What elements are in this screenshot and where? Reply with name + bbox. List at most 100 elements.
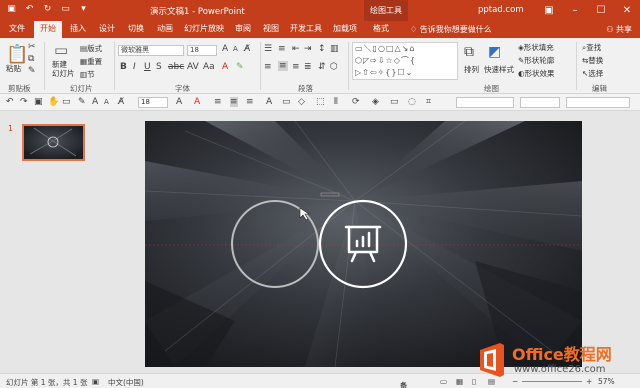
font-size-box[interactable]: 18 [138, 97, 168, 108]
spellcheck-icon[interactable]: ▣ [92, 377, 99, 386]
undo-icon[interactable]: ↶ [24, 4, 35, 15]
select-button[interactable]: ↖选择 [582, 68, 603, 79]
columns-icon[interactable]: ▥ [330, 44, 339, 54]
share-button[interactable]: ⚇ 共享 [606, 24, 632, 35]
shape-fill-button[interactable]: ◈形状填充 [518, 42, 554, 53]
style-box[interactable] [566, 97, 630, 108]
arrange-button[interactable]: 排列 [464, 64, 479, 75]
tab-insert[interactable]: 插入 [66, 21, 90, 38]
tab-design[interactable]: 设计 [95, 21, 119, 38]
replace-button[interactable]: ⇆替换 [582, 55, 603, 66]
find-button[interactable]: ⌕查找 [582, 42, 601, 53]
increase-font-icon[interactable]: A [92, 97, 98, 107]
slide[interactable] [145, 121, 582, 367]
tab-review[interactable]: 审阅 [231, 21, 255, 38]
font-color-icon[interactable]: A [222, 62, 228, 72]
new-slide-icon[interactable]: ▭ [54, 41, 68, 59]
shapes-gallery[interactable]: ▭＼▯○□△↘⌂ ⬡◸⇨⇩☆◇⌒{▷⇧⇦✧{}☐⌄ [352, 42, 458, 80]
start-slideshow-icon[interactable]: ▣ [34, 97, 43, 107]
format-painter-icon[interactable]: ✎ [28, 66, 36, 76]
change-case-icon[interactable]: Aa [203, 62, 215, 72]
cut-icon[interactable]: ✂ [28, 42, 36, 52]
shape-effects-button[interactable]: ◐形状效果 [518, 68, 555, 79]
paste-icon[interactable]: 📋 [6, 44, 28, 65]
line-spacing-icon[interactable]: ↕ [318, 44, 326, 54]
arrange-icon[interactable]: ⧉ [464, 44, 474, 60]
align-left-icon[interactable]: ≡ [214, 97, 222, 107]
align-center-icon[interactable]: ≡ [278, 61, 288, 71]
bold-icon[interactable]: B [120, 62, 127, 72]
effects-icon[interactable]: ◌ [408, 97, 416, 107]
copy-icon[interactable]: ⧉ [28, 54, 34, 64]
align-objects-icon[interactable]: ⫴ [334, 97, 338, 107]
save-icon[interactable]: ▣ [6, 4, 17, 15]
tab-slideshow[interactable]: 幻灯片放映 [181, 21, 227, 38]
touch-mode-icon[interactable]: ✋ [48, 97, 59, 107]
highlight-icon[interactable]: ✎ [236, 62, 244, 72]
group-icon[interactable]: ⬚ [316, 97, 325, 107]
underline-icon[interactable]: U [144, 62, 151, 72]
font-color-icon[interactable]: A [194, 97, 200, 107]
align-right-icon[interactable]: ≡ [246, 97, 254, 107]
shadow-icon[interactable]: S [156, 62, 162, 72]
section-button[interactable]: ▥节 [80, 69, 95, 80]
character-spacing-icon[interactable]: AV [187, 62, 199, 72]
restore-icon[interactable]: ☐ [588, 0, 614, 21]
align-left-icon[interactable]: ≡ [264, 62, 272, 72]
rotate-icon[interactable]: ⟳ [352, 97, 360, 107]
paste-button[interactable]: 粘贴 [6, 63, 21, 74]
numbering-icon[interactable]: ≡ [278, 44, 286, 54]
increase-font-size-icon[interactable]: A [222, 44, 228, 54]
clear-formatting-icon[interactable]: A̸ [244, 44, 250, 54]
width-box[interactable] [456, 97, 514, 108]
height-box[interactable] [520, 97, 560, 108]
layout-button[interactable]: ▤版式 [80, 43, 102, 54]
italic-icon[interactable]: I [133, 62, 136, 72]
normal-view-icon[interactable]: ▭ [440, 377, 447, 386]
justify-icon[interactable]: ≣ [304, 62, 312, 72]
tab-developer[interactable]: 开发工具 [287, 21, 325, 38]
increase-indent-icon[interactable]: ⇥ [304, 44, 312, 54]
quick-styles-icon[interactable]: ◩ [488, 44, 501, 60]
tab-file[interactable]: 文件 [4, 21, 30, 38]
text-direction-icon[interactable]: ⇵ [318, 62, 326, 72]
account-name[interactable]: pptad.com [478, 5, 524, 15]
crop-icon[interactable]: ⌗ [426, 97, 431, 107]
font-name-combo[interactable]: 微软雅黑 [118, 45, 184, 56]
align-right-icon[interactable]: ≡ [292, 62, 300, 72]
bullets-icon[interactable]: ☰ [264, 44, 272, 54]
zoom-slider[interactable] [522, 381, 582, 382]
new-slide-button[interactable]: 新建 幻灯片 [52, 60, 75, 78]
shape-icon[interactable]: ◇ [298, 97, 305, 107]
decrease-font-size-icon[interactable]: A [233, 45, 238, 53]
new-slide-icon[interactable]: ▭ [62, 97, 71, 107]
tab-addins[interactable]: 加载项 [329, 21, 361, 38]
undo-icon[interactable]: ↶ [6, 97, 14, 107]
redo-icon[interactable]: ↷ [20, 97, 28, 107]
align-center-icon[interactable]: ≡ [230, 97, 238, 107]
font-size-combo[interactable]: 18 [187, 45, 217, 56]
clear-format-icon[interactable]: A̸ [118, 97, 124, 107]
tab-transitions[interactable]: 切换 [124, 21, 148, 38]
tab-animations[interactable]: 动画 [153, 21, 177, 38]
decrease-font-icon[interactable]: A [104, 98, 109, 106]
customize-icon[interactable]: ▾ [78, 4, 89, 15]
tab-home[interactable]: 开始 [34, 21, 62, 38]
language-indicator[interactable]: 中文(中国) [108, 377, 144, 388]
text-icon[interactable]: A [266, 97, 272, 107]
quick-styles-button[interactable]: 快速样式 [484, 64, 514, 75]
tell-me-search[interactable]: ♢ 告诉我你想要做什么 [410, 24, 492, 35]
close-icon[interactable]: ✕ [614, 0, 640, 21]
reset-button[interactable]: ▦重置 [80, 56, 102, 67]
slide-sorter-icon[interactable]: ▦ [456, 377, 463, 386]
ribbon-display-icon[interactable]: ▣ [536, 0, 562, 21]
outline-icon[interactable]: ▭ [390, 97, 399, 107]
tab-format[interactable]: 格式 [366, 21, 396, 38]
format-painter-icon[interactable]: ✎ [78, 97, 86, 107]
fill-icon[interactable]: ◈ [372, 97, 379, 107]
minimize-icon[interactable]: – [562, 0, 588, 21]
start-slideshow-icon[interactable]: ▭ [60, 4, 71, 15]
decrease-indent-icon[interactable]: ⇤ [292, 44, 300, 54]
redo-icon[interactable]: ↻ [42, 4, 53, 15]
strikethrough-icon[interactable]: abc [168, 62, 184, 72]
